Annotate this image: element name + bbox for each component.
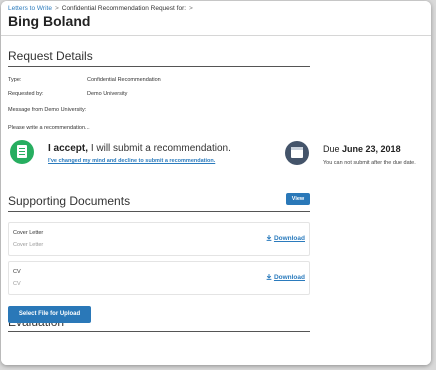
page-title: Bing Boland	[8, 13, 91, 29]
due-date-value: June 23, 2018	[342, 144, 401, 154]
select-file-upload-button[interactable]: Select File for Upload	[8, 306, 91, 323]
request-details-heading: Request Details	[8, 49, 93, 63]
app-window: Letters to Write > Confidential Recommenda…	[1, 1, 431, 365]
supporting-documents-heading: Supporting Documents	[8, 194, 131, 208]
document-card-cv: CV CV Download	[8, 261, 310, 295]
supporting-documents-divider	[8, 211, 310, 212]
decline-link[interactable]: I've changed my mind and decline to subm…	[48, 158, 215, 164]
view-button[interactable]: View	[286, 193, 310, 205]
message-label: Message from Demo University:	[8, 107, 87, 113]
document-card-cover-letter: Cover Letter Cover Letter Download	[8, 222, 310, 256]
download-cv-link[interactable]: Download	[266, 274, 305, 281]
page-header: Letters to Write > Confidential Recommenda…	[1, 1, 431, 36]
breadcrumb-separator: >	[54, 5, 59, 12]
accept-bold: I accept,	[48, 143, 89, 154]
document-title: Cover Letter	[13, 230, 44, 236]
message-text: Please write a recommendation...	[8, 125, 90, 131]
document-subtitle: CV	[13, 281, 21, 287]
document-subtitle: Cover Letter	[13, 242, 44, 248]
due-label: Due	[323, 144, 340, 154]
due-date: Due June 23, 2018	[323, 144, 401, 154]
breadcrumb-current: Confidential Recommendation Request for:	[61, 5, 187, 12]
type-value: Confidential Recommendation	[87, 77, 161, 83]
evaluation-divider	[8, 331, 310, 332]
document-title: CV	[13, 269, 21, 275]
download-cover-letter-link[interactable]: Download	[266, 235, 305, 242]
request-details-divider	[8, 66, 310, 67]
breadcrumb-letters-to-write-link[interactable]: Letters to Write	[8, 5, 52, 12]
accept-statement: I accept, I will submit a recommendation…	[48, 143, 231, 154]
requested-by-value: Demo University	[87, 91, 128, 97]
calendar-icon	[285, 141, 309, 165]
due-note: You can not submit after the due date.	[323, 160, 416, 166]
download-icon	[266, 235, 272, 241]
requested-by-label: Requested by:	[8, 91, 44, 97]
download-icon	[266, 274, 272, 280]
download-label: Download	[273, 235, 305, 242]
document-icon	[10, 140, 34, 164]
download-label: Download	[273, 274, 305, 281]
breadcrumb-separator-end: >	[189, 5, 193, 12]
accept-rest: I will submit a recommendation.	[90, 143, 231, 154]
type-label: Type:	[8, 77, 22, 83]
breadcrumb: Letters to Write > Confidential Recommenda…	[8, 5, 196, 12]
